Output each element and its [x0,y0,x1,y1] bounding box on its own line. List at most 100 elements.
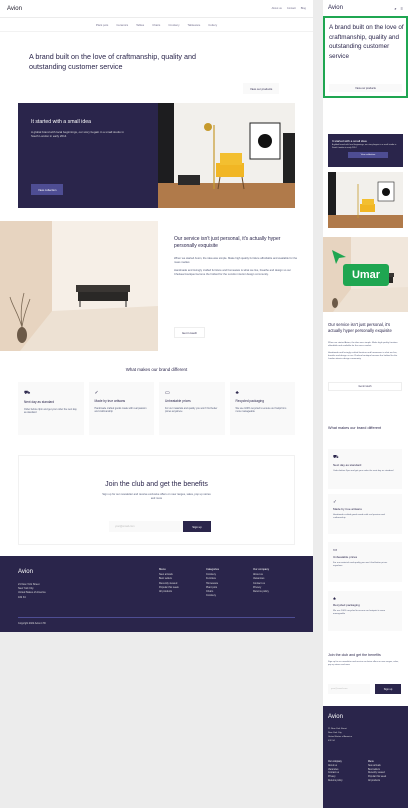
mobile-footer-brand: Avion [328,714,343,720]
feature-title: Made by true artisans [333,507,362,511]
footer-link[interactable]: All products [368,780,386,784]
sprout-icon: ♣ [333,596,336,601]
mobile-story-text: A global brand with local beginnings, ou… [332,144,397,149]
nav-item[interactable]: Cutlery [208,23,217,27]
footer-link[interactable]: Returns policy [253,590,269,594]
card-icon: ▭ [333,547,338,552]
mobile-newsletter-section: Join the club and get the benefits Sign … [323,648,408,706]
footer-link[interactable]: Crockery [206,594,219,598]
sprout-icon: ♣ [235,390,239,396]
mobile-get-in-touch-button[interactable]: Get in touch [328,382,402,391]
feature-title: Unbeatable prices [165,399,191,403]
feature-title: Recycled packaging [235,399,265,403]
footer-divider [18,617,295,618]
hero-section: A brand built on the love of craftmanshi… [0,32,313,102]
feature-card: ▭ Unbeatable prices For our materials an… [159,382,225,435]
nav-item[interactable]: Plant pots [96,23,108,27]
mobile-newsletter-title: Join the club and get the benefits [328,653,381,657]
address-line: United States of America [18,591,46,595]
feature-title: Next day as standard [24,400,55,404]
top-link-contact[interactable]: Contact [287,7,296,10]
get-in-touch-button[interactable]: Get in touch [174,327,206,338]
mobile-frame: Avion ⌕ ≡ A brand built on the love of c… [323,0,408,808]
newsletter-form: your@email.com Sign up [109,521,211,532]
mobile-footer-col-company: Our company About us Vacancies Contact u… [328,761,343,784]
service-title: Our service isn't just personal, it's ac… [174,236,281,249]
living-room-image [158,103,295,208]
feature-desc: We use 100% recycled to ensure our footp… [333,610,386,615]
top-links: About us Contact Blog [272,7,306,10]
nav-item[interactable]: Ceramics [116,23,128,27]
collaborator-label: Umar [343,264,389,286]
story-section: It started with a small idea A global br… [18,103,295,208]
mobile-email-input[interactable]: your@email.com [328,684,370,694]
features-grid: ⛟ Next day as standard Order before 3pm … [18,382,295,435]
nav-item[interactable]: Chairs [152,23,160,27]
feature-desc: Handmade crafted goods made with real pa… [333,514,385,519]
van-icon: ⛟ [333,454,339,459]
mobile-living-room-image [328,172,403,228]
mobile-feature-card: ♣ Recycled packaging We use 100% recycle… [328,591,402,631]
feature-title: Next day as standard [333,463,362,467]
desktop-frame: Avion About us Contact Blog Plant pots C… [0,0,313,632]
nav-item[interactable]: Crockery [168,23,179,27]
service-paragraph: Handmade and lovingly crafted furniture … [174,269,291,276]
search-icon[interactable]: ⌕ [394,6,396,11]
footer-brand: Avion [18,569,33,575]
newsletter-title: Join the club and get the benefits [105,481,208,488]
view-collection-button[interactable]: View collection [31,184,64,195]
top-link-about[interactable]: About us [272,7,282,10]
sign-up-button[interactable]: Sign up [183,521,211,532]
footer-link[interactable]: All products [159,590,179,594]
newsletter-text: Sign up for our newsletter and receive e… [102,493,211,500]
feature-card: ✓ Made by true artisans Handmade crafted… [88,382,154,435]
top-link-blog[interactable]: Blog [301,7,306,10]
brand-logo[interactable]: Avion [7,6,22,12]
mobile-story-panel: It started with a small idea A global br… [328,134,403,167]
footer-col-categories: Categories Crockery Furniture Homeware P… [206,568,219,598]
feature-title: Recycled packaging [333,603,360,607]
mobile-footer-col-menu: Menu New arrivals Best sellers Recently … [368,761,386,784]
mobile-service-title: Our service isn't just personal, it's ac… [328,322,392,333]
menu-icon[interactable]: ≡ [401,6,403,11]
nav-item[interactable]: Tableware [188,23,201,27]
service-paragraph: When we started Avion, the idea was simp… [174,257,298,264]
mobile-features-title: What makes our brand different [328,426,382,430]
feature-desc: For our materials and quality you won't … [165,407,218,414]
story-title: It started with a small idea [31,119,91,125]
address-line: 432 34 [18,595,26,599]
feature-title: Unbeatable prices [333,555,358,559]
mobile-sign-up-button[interactable]: Sign up [375,684,401,694]
feature-desc: Order before 3pm and get your order the … [24,408,77,415]
mobile-brand-logo[interactable]: Avion [328,5,343,11]
mobile-footer: Avion 21 New York Street New York City U… [323,706,408,808]
footer-col-heading: Menu [159,568,166,571]
feature-card: ⛟ Next day as standard Order before 3pm … [18,382,84,435]
check-icon: ✓ [94,390,99,396]
mobile-feature-card: ✓ Made by true artisans Handmade crafted… [328,494,402,534]
copyright: Copyright 2022 Avion LTD [18,622,46,625]
mobile-hero-title: A brand built on the love of craftmanshi… [329,24,404,60]
nav-item[interactable]: Tables [136,23,144,27]
footer: Avion 21 New York Street New York City U… [0,556,313,632]
mobile-icons: ⌕ ≡ [394,6,403,11]
footer-col-menu: Menu New arrivals Best sellers Recently … [159,568,179,594]
mobile-hero-selected[interactable]: A brand built on the love of craftmanshi… [323,16,408,98]
feature-title: Made by true artisans [94,399,126,403]
story-text: A global brand with local beginnings, ou… [31,130,124,138]
email-input[interactable]: your@email.com [109,521,183,532]
van-icon: ⛟ [24,390,31,396]
feature-desc: Order before 3pm and get your order the … [333,470,394,472]
mobile-service-paragraph: When we started Avion, the idea was simp… [328,342,398,347]
sofa-image [0,221,158,351]
service-section: Our service isn't just personal, it's ac… [0,221,313,351]
view-products-button[interactable]: View our products [243,83,280,94]
footer-link[interactable]: Returns policy [328,780,343,784]
mobile-view-products-button[interactable]: View our products [329,84,402,92]
mobile-view-collection-button[interactable]: View collection [348,152,388,158]
features-title: What makes our brand different [125,367,188,372]
hero-title: A brand built on the love of craftmanshi… [29,52,197,71]
feature-desc: Handmade crafted goods made with real pa… [94,407,147,414]
desktop-topbar: Avion About us Contact Blog [0,0,313,18]
footer-col-heading: Categories [206,568,219,571]
